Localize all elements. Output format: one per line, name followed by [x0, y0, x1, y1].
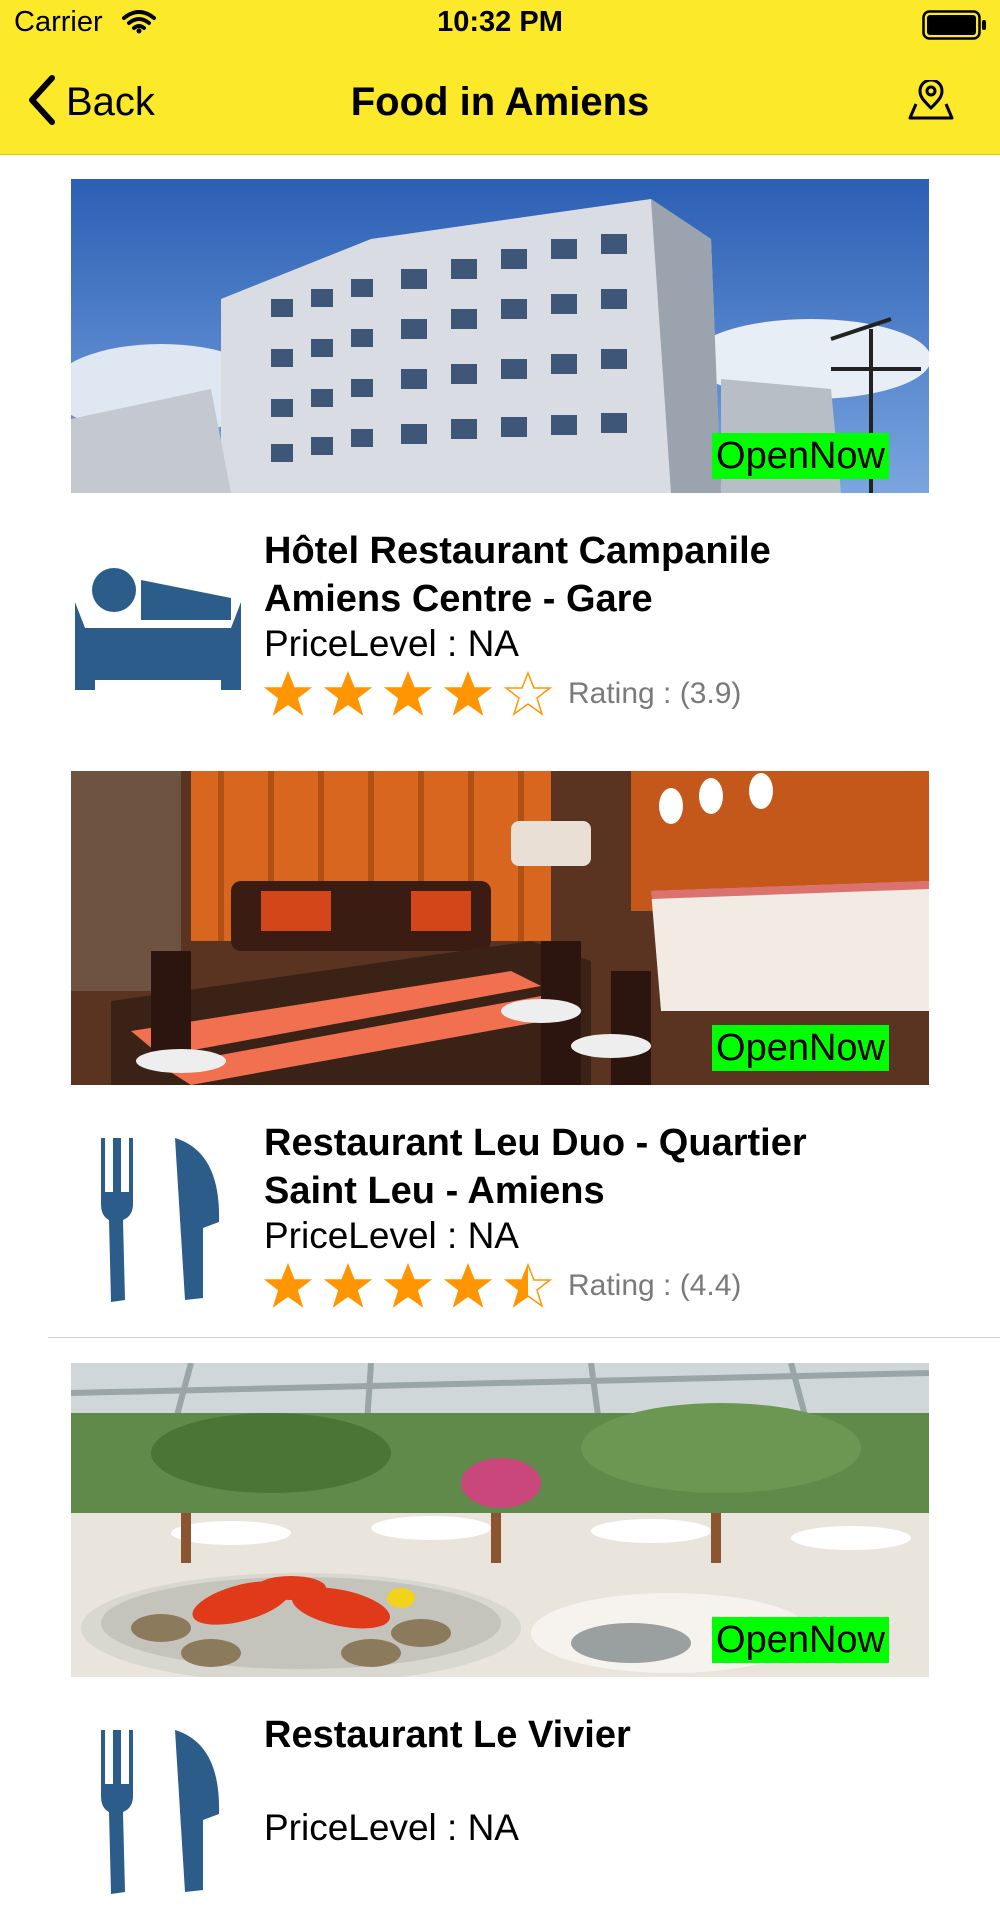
place-photo: OpenNow — [71, 771, 929, 1085]
fork-knife-icon — [71, 1132, 244, 1305]
place-card[interactable]: OpenNow Restaurant Le Vivier PriceLevel … — [0, 1339, 1000, 1931]
star-icon — [264, 671, 312, 716]
price-level: PriceLevel : NA — [264, 1215, 519, 1256]
place-name: Hôtel Restaurant Campanile Amiens Centre… — [264, 530, 771, 620]
rating-row: Rating : (3.9) — [264, 671, 741, 717]
status-time: 10:32 PM — [437, 6, 563, 38]
star-icon — [504, 671, 552, 716]
star-rating — [264, 1263, 564, 1309]
bed-icon — [71, 540, 244, 713]
rating-label: Rating : (3.9) — [568, 677, 742, 710]
page-title: Food in Amiens — [350, 80, 650, 124]
rating-row: Rating : (4.4) — [264, 1263, 741, 1309]
open-now-badge: OpenNow — [712, 1025, 889, 1071]
star-rating — [264, 671, 564, 717]
star-icon — [264, 1263, 312, 1308]
navigation-bar: Carrier 10:32 PM Back Food in Amiens — [0, 0, 1000, 155]
place-name: Restaurant Le Vivier — [264, 1714, 631, 1756]
place-card[interactable]: OpenNow Restaurant Leu Duo - Quartier Sa… — [0, 747, 1000, 1339]
star-icon — [384, 1263, 432, 1308]
rating-label: Rating : (4.4) — [568, 1269, 742, 1302]
star-icon — [324, 1263, 372, 1308]
star-icon — [444, 1263, 492, 1308]
fork-knife-icon — [71, 1724, 244, 1897]
open-now-badge: OpenNow — [712, 433, 889, 479]
star-icon — [384, 671, 432, 716]
place-photo: OpenNow — [71, 1363, 929, 1677]
place-photo: OpenNow — [71, 179, 929, 493]
battery-icon — [922, 10, 988, 45]
place-card[interactable]: OpenNow Hôtel Restaurant Campanile Amien… — [0, 155, 1000, 747]
map-pin-button[interactable] — [908, 78, 954, 125]
map-pin-icon — [908, 78, 954, 120]
price-level: PriceLevel : NA — [264, 1807, 519, 1848]
place-name: Restaurant Leu Duo - Quartier Saint Leu … — [264, 1122, 807, 1212]
open-now-badge: OpenNow — [712, 1617, 889, 1663]
star-icon — [324, 671, 372, 716]
row-divider — [48, 1337, 1000, 1338]
star-icon — [504, 1263, 552, 1308]
star-icon — [444, 671, 492, 716]
price-level: PriceLevel : NA — [264, 623, 519, 664]
